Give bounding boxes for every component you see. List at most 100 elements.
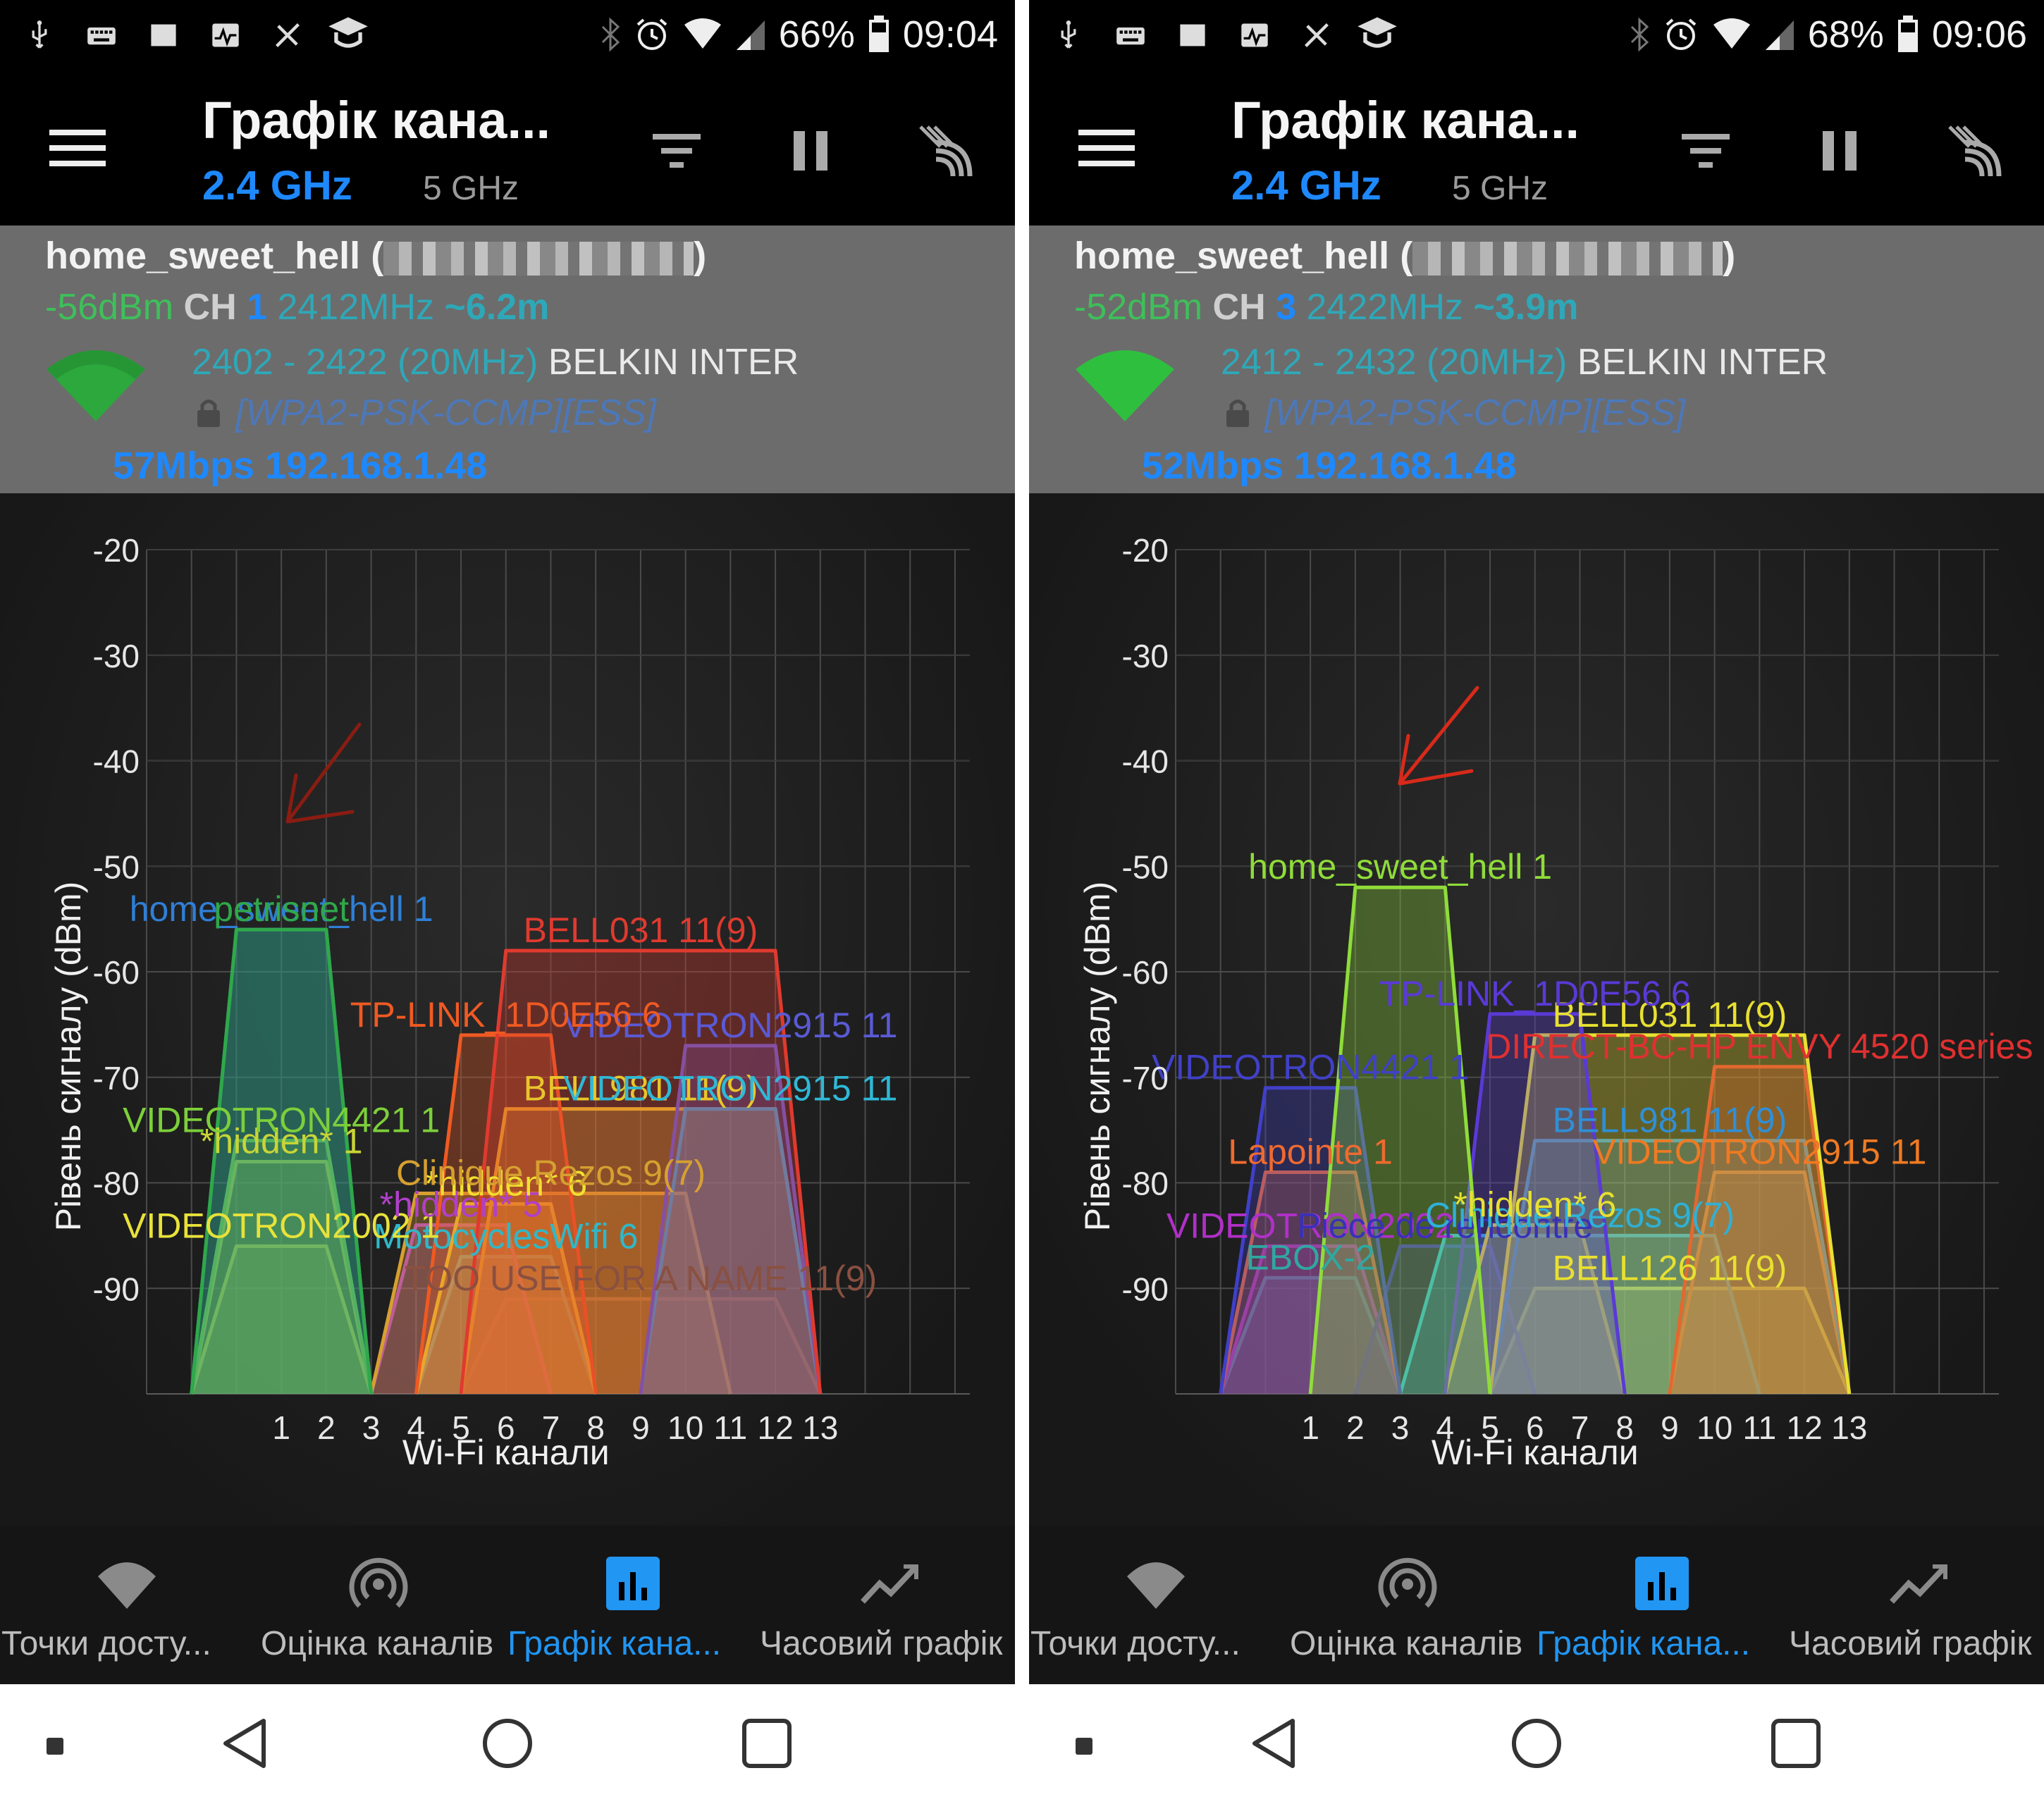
signal-rings-icon	[1378, 1557, 1437, 1608]
network-label: BELL126 11(9)	[1553, 1248, 1787, 1287]
cell-signal-icon	[1765, 20, 1794, 50]
pause-icon[interactable]	[781, 121, 840, 180]
connected-ssid: home_sweet_hell ()	[1074, 235, 1736, 277]
channel-graph-svg: BELL126 11(9)EBOX-2VIDEOTRON2002Piece de…	[1078, 532, 2033, 1472]
nav-access-points[interactable]: Точки досту...	[1029, 1526, 1283, 1684]
pause-icon[interactable]	[1810, 121, 1869, 180]
screen-right: 68% 09:06 Графік кана... 2.4 GHz 5 GHz h…	[1029, 0, 2044, 1804]
graduation-cap-icon	[328, 17, 368, 48]
y-tick-label: -90	[1122, 1271, 1169, 1307]
recents-icon[interactable]	[739, 1715, 795, 1772]
keyboard-icon	[1116, 27, 1145, 45]
line-chart-icon	[861, 1564, 918, 1604]
back-icon[interactable]	[218, 1715, 275, 1772]
x-tick-label: 10	[1697, 1409, 1732, 1446]
y-tick-label: -40	[93, 743, 140, 780]
y-tick-label: -50	[1122, 848, 1169, 885]
signal-rings-icon	[349, 1557, 408, 1608]
activity-icon	[212, 23, 239, 47]
tab-2ghz[interactable]: 2.4 GHz	[202, 162, 352, 209]
bottom-navigation: Точки досту... Оцінка каналів Графік кан…	[1029, 1526, 2044, 1684]
bar-chart-icon	[606, 1557, 660, 1610]
network-label: VIDEOTRON4421 1	[123, 1101, 440, 1140]
bluetooth-icon	[1630, 17, 1649, 52]
nav-time-graph[interactable]: Часовий графік	[1789, 1526, 2044, 1684]
nav-time-graph[interactable]: Часовий графік	[760, 1526, 1015, 1684]
cell-signal-icon	[736, 20, 765, 50]
bluetooth-icon	[601, 17, 620, 52]
channel-graph-svg: TOO USE FOR A NAME 11(9)MotocyclesWifi 6…	[49, 532, 970, 1472]
nav-channel-graph[interactable]: Графік кана...	[1537, 1526, 1790, 1684]
frequency-range: 2412 - 2432 (20MHz) BELKIN INTER	[1221, 342, 1828, 383]
connection-info[interactable]: home_sweet_hell () -56dBm CH 1 2412MHz ~…	[0, 226, 1015, 493]
home-icon[interactable]	[1508, 1715, 1565, 1772]
page-title: Графік кана...	[1231, 91, 1580, 149]
wifi-icon	[1127, 1562, 1185, 1609]
lock-icon	[197, 400, 220, 427]
x-tick-label: 12	[1787, 1409, 1823, 1446]
tab-2ghz[interactable]: 2.4 GHz	[1231, 162, 1381, 209]
alarm-icon	[1666, 18, 1697, 50]
y-tick-label: -80	[1122, 1166, 1169, 1202]
signal-line: -52dBm CH 3 2422MHz ~3.9m	[1074, 287, 1579, 328]
dot-icon[interactable]	[42, 1734, 68, 1759]
network-label: home_sweet_hell 1	[1248, 847, 1552, 886]
y-tick-label: -70	[1122, 1060, 1169, 1096]
x-axis-label: Wi-Fi канали	[1432, 1433, 1639, 1472]
network-label: Lapointe 1	[1228, 1132, 1393, 1172]
wifi-scan-icon[interactable]	[1944, 121, 2003, 180]
keyboard-icon	[87, 27, 116, 45]
network-label: TP-LINK_1D0E56 6	[350, 995, 662, 1034]
alarm-icon	[636, 18, 667, 50]
usb-icon	[32, 20, 47, 49]
x-tick-label: 11	[1742, 1409, 1776, 1446]
tools-icon	[1305, 23, 1329, 47]
tab-5ghz[interactable]: 5 GHz	[1452, 169, 1548, 208]
tools-icon	[276, 23, 300, 47]
image-icon	[151, 24, 176, 47]
network-label: TP-LINK_1D0E56 6	[1379, 974, 1691, 1013]
wifi-scan-icon[interactable]	[915, 121, 974, 180]
menu-icon[interactable]	[1078, 127, 1135, 169]
network-label: VIDEOTRON2915 11	[563, 1069, 897, 1108]
dot-icon[interactable]	[1071, 1734, 1097, 1759]
y-tick-label: -20	[1122, 532, 1169, 569]
tab-5ghz[interactable]: 5 GHz	[423, 169, 519, 208]
home-icon[interactable]	[479, 1715, 536, 1772]
connection-info[interactable]: home_sweet_hell () -52dBm CH 3 2422MHz ~…	[1029, 226, 2044, 493]
security-capabilities: [WPA2-PSK-CCMP][ESS]	[235, 393, 657, 433]
wifi-strength-icon	[47, 350, 145, 421]
battery-icon	[1897, 16, 1918, 52]
back-icon[interactable]	[1248, 1715, 1304, 1772]
status-bar: 68% 09:06	[1029, 0, 2044, 68]
bar-chart-icon	[1635, 1557, 1689, 1610]
network-label: TOO USE FOR A NAME 11(9)	[405, 1259, 878, 1298]
wifi-strength-icon	[1076, 350, 1174, 421]
activity-icon	[1241, 23, 1268, 47]
y-tick-label: -60	[93, 954, 140, 991]
filter-icon[interactable]	[647, 121, 706, 180]
blurred-mac-address	[383, 241, 694, 276]
channel-graph: TOO USE FOR A NAME 11(9) MotocyclesWifi 6…	[0, 493, 1015, 1526]
clock: 09:06	[1931, 13, 2027, 56]
battery-icon	[868, 16, 889, 52]
recents-icon[interactable]	[1768, 1715, 1824, 1772]
image-icon	[1180, 24, 1205, 47]
graduation-cap-icon	[1357, 17, 1397, 48]
x-axis-label: Wi-Fi канали	[402, 1433, 610, 1472]
menu-icon[interactable]	[49, 127, 106, 169]
link-speed-ip: 52Mbps 192.168.1.48	[1142, 445, 1517, 487]
wifi-icon	[98, 1562, 156, 1609]
battery-percent: 66%	[778, 13, 855, 56]
connected-ssid: home_sweet_hell ()	[45, 235, 707, 277]
nav-channel-graph[interactable]: Графік кана...	[507, 1526, 761, 1684]
nav-access-points[interactable]: Точки досту...	[0, 1526, 254, 1684]
network-label: Clinique Rezos 9(7)	[396, 1153, 706, 1192]
filter-icon[interactable]	[1676, 121, 1735, 180]
battery-percent: 68%	[1807, 13, 1884, 56]
channel-graph: BELL126 11(9) EBOX-2 VIDEOTRON2002 Piece de…	[1029, 493, 2044, 1526]
nav-channel-rating[interactable]: Оцінка каналів	[254, 1526, 507, 1684]
link-speed-ip: 57Mbps 192.168.1.48	[113, 445, 488, 487]
x-tick-label: 12	[758, 1409, 794, 1446]
nav-channel-rating[interactable]: Оцінка каналів	[1283, 1526, 1537, 1684]
